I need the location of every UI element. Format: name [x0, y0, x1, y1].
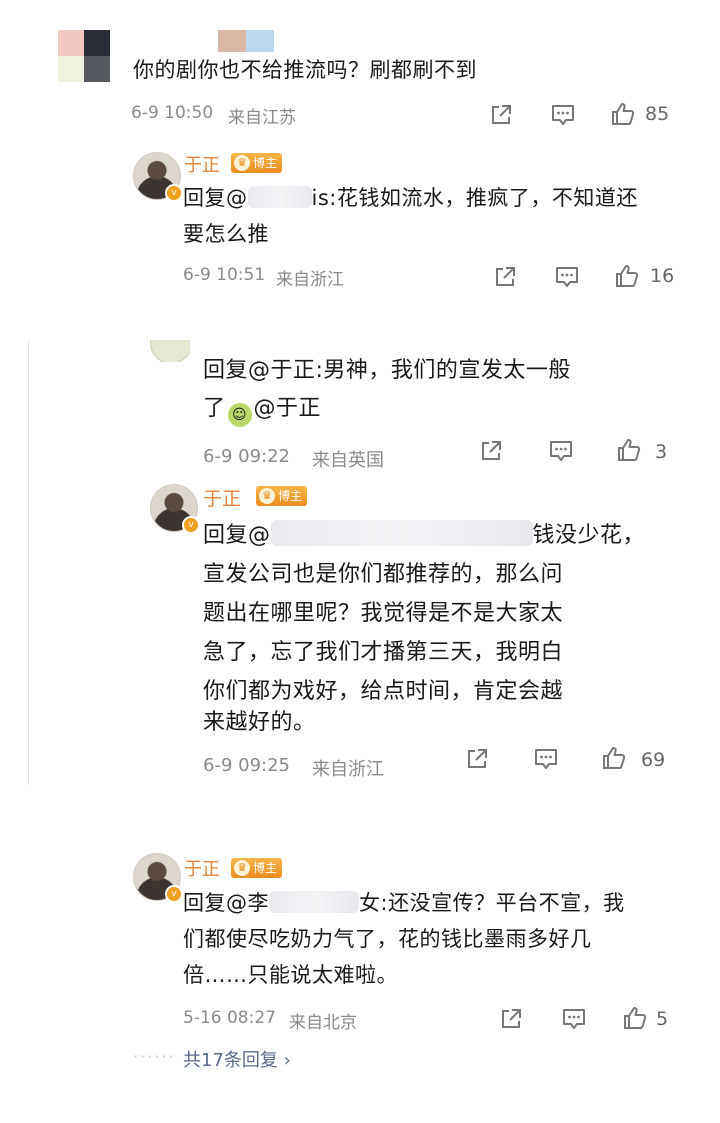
verified-icon: v [182, 516, 200, 534]
reply-prefix: 回复@ [203, 523, 271, 548]
like-count: 16 [650, 265, 675, 287]
nested-reply-line-2: 了 ☺ @于正 [203, 391, 321, 427]
share-icon[interactable] [488, 102, 514, 128]
reply-line-1: 回复@李 女:还没宣传？平台不宣，我 [183, 885, 625, 921]
like-icon[interactable] [616, 437, 642, 463]
blogger-badge: ♛ 博主 [231, 858, 283, 878]
comment-icon[interactable] [554, 264, 580, 290]
author-avatar[interactable]: v [150, 484, 200, 534]
comment-icon[interactable] [548, 438, 574, 464]
author-name[interactable]: 于正 [203, 484, 241, 511]
reply-line-2: 要怎么推 [183, 222, 269, 246]
comment-text: 你的剧你也不给推流吗？刷都刷不到 [133, 58, 477, 82]
comment-location: 来自江苏 [228, 108, 296, 128]
reply-time: 6-9 10:51 [183, 265, 266, 285]
nested-time: 6-9 09:25 [203, 755, 290, 776]
divider-dots: ······ [133, 1047, 176, 1066]
comment-icon[interactable] [533, 746, 559, 772]
reply-prefix: 回复@李 [183, 891, 269, 915]
share-icon[interactable] [478, 438, 504, 464]
author-name[interactable]: 于正 [184, 151, 220, 177]
mention-link[interactable]: @于正 [254, 396, 322, 421]
like-count: 69 [641, 749, 666, 771]
author-avatar[interactable]: v [133, 152, 183, 202]
redacted-username [270, 520, 533, 546]
reply-location: 来自浙江 [276, 270, 344, 290]
share-icon[interactable] [492, 264, 518, 290]
share-icon[interactable] [498, 1006, 524, 1032]
share-icon[interactable] [464, 746, 490, 772]
redacted-username [247, 186, 312, 208]
crown-icon: ♛ [234, 155, 250, 171]
blogger-badge: ♛ 博主 [231, 153, 283, 173]
reply-text: :还没宣传？平台不宣，我 [380, 891, 625, 915]
verified-icon: v [165, 184, 183, 202]
reply-line-1: 回复@ is:花钱如流水，推疯了，不知道还 [183, 180, 638, 216]
nested-reply-line-3: 题出在哪里呢？我觉得是不是大家太 [203, 601, 564, 626]
like-count: 3 [655, 441, 668, 463]
username-mosaic [218, 30, 274, 52]
nested-reply-line-1: 回复@于正:男神，我们的宣发太一般 [203, 358, 571, 383]
reply-line-2: 们都使尽吃奶力气了，花的钱比墨雨多好几 [183, 927, 592, 951]
reply-text: 钱没少花， [532, 523, 646, 548]
like-count: 85 [645, 103, 670, 125]
author-name[interactable]: 于正 [184, 855, 220, 881]
nested-reply-line-6: 来越好的。 [203, 710, 316, 735]
nested-reply-line-4: 急了，忘了我们才播第三天，我明白 [203, 640, 564, 665]
comment-icon[interactable] [561, 1006, 587, 1032]
reply-prefix: 回复@ [183, 186, 248, 210]
nested-location: 来自浙江 [312, 759, 384, 780]
like-count: 5 [656, 1008, 669, 1030]
badge-label: 博主 [253, 861, 278, 875]
user-avatar-mosaic[interactable] [58, 30, 112, 84]
nested-reply-line-1: 回复@ 钱没少花， [203, 518, 645, 554]
like-icon[interactable] [610, 101, 636, 127]
reply-text: 了 [203, 396, 226, 421]
verified-icon: v [165, 885, 183, 903]
like-icon[interactable] [614, 263, 640, 289]
reply-time: 5-16 08:27 [183, 1008, 276, 1028]
fan-avatar-partial[interactable] [150, 340, 190, 362]
nested-time: 6-9 09:22 [203, 446, 290, 467]
mention-tail: 女 [359, 891, 381, 915]
reply-location: 来自北京 [289, 1013, 357, 1033]
more-replies-link[interactable]: 共17条回复 › [183, 1046, 291, 1072]
badge-label: 博主 [253, 156, 278, 170]
comment-time: 6-9 10:50 [131, 103, 214, 123]
mention-tail: is [311, 186, 330, 210]
nested-location: 来自英国 [312, 450, 384, 471]
like-icon[interactable] [601, 745, 627, 771]
nested-reply-line-2: 宣发公司也是你们都推荐的，那么问 [203, 562, 564, 587]
emoji-icon: ☺ [227, 403, 252, 427]
blogger-badge: ♛ 博主 [256, 486, 308, 506]
crown-icon: ♛ [234, 860, 250, 876]
comment-icon[interactable] [550, 102, 576, 128]
crown-icon: ♛ [259, 488, 275, 504]
like-icon[interactable] [622, 1005, 648, 1031]
redacted-username [269, 891, 359, 913]
reply-text: :花钱如流水，推疯了，不知道还 [329, 186, 638, 210]
thread-line [28, 340, 29, 785]
reply-line-3: 倍……只能说太难啦。 [183, 963, 398, 987]
badge-label: 博主 [278, 489, 303, 503]
author-avatar[interactable]: v [133, 853, 183, 903]
